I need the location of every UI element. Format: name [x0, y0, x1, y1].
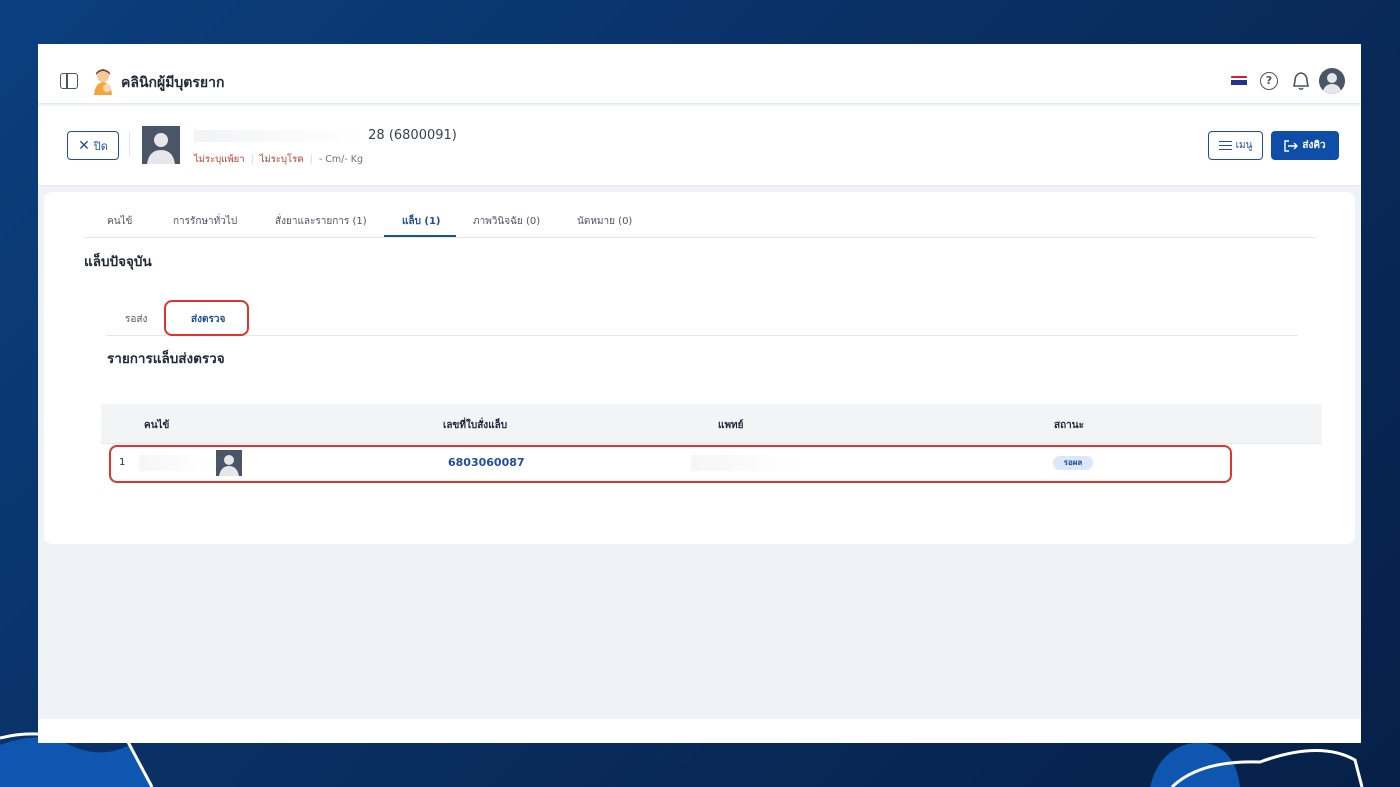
exit-arrow-icon	[1284, 139, 1299, 152]
menu-icon	[1218, 140, 1232, 151]
close-icon: ✕	[78, 137, 90, 154]
active-tab-indicator	[384, 235, 456, 237]
patient-name: 28 (6800091)	[194, 128, 457, 143]
menu-button[interactable]: เมนู	[1208, 131, 1263, 160]
section-title: แล็บปัจจุบัน	[84, 254, 152, 270]
thai-flag-icon[interactable]	[1231, 76, 1247, 87]
tab-patient[interactable]: คนไข้	[107, 214, 132, 229]
top-bar: คลินิกผู้มีบุตรยาก ?	[38, 58, 1361, 104]
divider	[129, 131, 130, 157]
footer-strip	[38, 719, 1361, 743]
table-header: คนไข้ เลขที่ใบสั่งแล็บ แพทย์ สถานะ	[101, 404, 1322, 444]
patient-disease: ไม่ระบุโรค	[259, 154, 304, 165]
lab-list-title: รายการแล็บส่งตรวจ	[107, 351, 225, 367]
tab-orders[interactable]: สั่งยาและรายการ (1)	[275, 214, 367, 229]
column-doctor: แพทย์	[718, 420, 744, 431]
patient-meta: ไม่ระบุแพ้ยา | ไม่ระบุโรค | - Cm/- Kg	[194, 152, 363, 167]
tab-lab[interactable]: แล็บ (1)	[402, 214, 441, 229]
patient-body: - Cm/- Kg	[318, 154, 364, 165]
meta-separator: |	[309, 154, 313, 165]
main-tabs: คนไข้ การรักษาทั่วไป สั่งยาและรายการ (1)…	[84, 202, 1316, 238]
close-button-label: ปิด	[93, 139, 108, 153]
subtab-highlight-box	[164, 300, 249, 336]
app-window: คลินิกผู้มีบุตรยาก ? ✕ ปิด 28 (6800091) …	[38, 44, 1361, 743]
help-icon[interactable]: ?	[1260, 72, 1278, 90]
sidebar-toggle-icon[interactable]	[60, 73, 78, 89]
tab-appointments[interactable]: นัดหมาย (0)	[577, 214, 632, 229]
close-button[interactable]: ✕ ปิด	[67, 131, 119, 160]
patient-name-redacted	[194, 129, 364, 142]
lab-subtabs: รอส่ง ส่งตรวจ	[106, 300, 1298, 336]
row-highlight-box	[109, 445, 1232, 483]
menu-button-label: เมนู	[1235, 140, 1253, 151]
content-card: คนไข้ การรักษาทั่วไป สั่งยาและรายการ (1)…	[44, 192, 1355, 544]
column-order-no: เลขที่ใบสั่งแล็บ	[443, 420, 508, 431]
meta-separator: |	[250, 154, 254, 165]
brand-name: คลินิกผู้มีบุตรยาก	[121, 75, 225, 91]
patient-name-suffix: 28 (6800091)	[368, 128, 457, 143]
patient-allergy: ไม่ระบุแพ้ยา	[194, 154, 245, 165]
clinic-logo	[94, 69, 112, 95]
send-queue-label: ส่งคิว	[1302, 140, 1326, 151]
tab-general-treatment[interactable]: การรักษาทั่วไป	[173, 214, 237, 229]
send-queue-button[interactable]: ส่งคิว	[1271, 131, 1339, 160]
column-patient: คนไข้	[144, 420, 170, 431]
user-avatar[interactable]	[1319, 68, 1345, 94]
subtab-pending[interactable]: รอส่ง	[125, 312, 147, 327]
tab-imaging[interactable]: ภาพวินิจฉัย (0)	[473, 214, 540, 229]
top-strip	[38, 44, 1361, 58]
patient-photo	[142, 126, 180, 164]
bell-icon[interactable]	[1292, 71, 1310, 91]
patient-bar: ✕ ปิด 28 (6800091) ไม่ระบุแพ้ยา | ไม่ระบ…	[38, 106, 1361, 186]
column-status: สถานะ	[1054, 420, 1084, 431]
